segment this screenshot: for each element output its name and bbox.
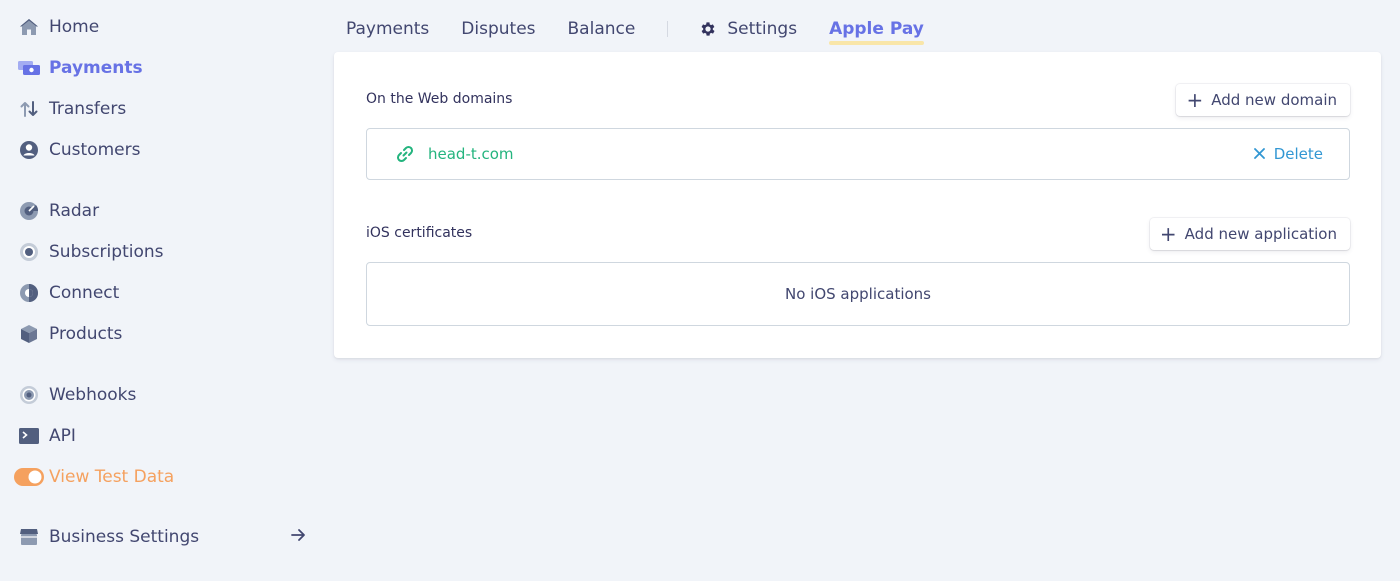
add-new-domain-label: Add new domain (1211, 91, 1337, 109)
sidebar-item-label: Home (49, 17, 100, 37)
sidebar-item-payments[interactable]: Payments (18, 53, 318, 83)
plus-icon: + (1159, 222, 1177, 246)
sidebar-item-api[interactable]: API (18, 421, 318, 451)
add-new-domain-button[interactable]: + Add new domain (1176, 84, 1350, 116)
payments-icon (18, 57, 40, 79)
toggle-icon[interactable] (14, 466, 44, 488)
sidebar-item-subscriptions[interactable]: Subscriptions (18, 237, 318, 267)
sidebar: Home Payments Transfers Customers Radar … (0, 0, 320, 581)
ios-certificates-title: iOS certificates (366, 225, 473, 241)
api-icon (18, 425, 40, 447)
tab-settings[interactable]: Settings (699, 14, 797, 44)
ios-applications-box: No iOS applications (366, 262, 1350, 326)
domain-name: head-t.com (428, 145, 514, 163)
sidebar-item-home[interactable]: Home (18, 12, 318, 42)
arrow-right-icon[interactable] (290, 527, 306, 548)
sidebar-item-label: Transfers (49, 99, 127, 119)
sidebar-item-connect[interactable]: Connect (18, 278, 318, 308)
plus-icon: + (1186, 88, 1204, 112)
tab-settings-label: Settings (727, 19, 798, 39)
sidebar-item-label: Payments (49, 58, 143, 78)
delete-label: Delete (1273, 145, 1323, 163)
empty-state-text: No iOS applications (785, 285, 931, 303)
radar-icon (18, 200, 40, 222)
add-new-application-button[interactable]: + Add new application (1149, 218, 1350, 250)
top-tabs: Payments Disputes Balance Settings Apple… (346, 14, 956, 45)
subscriptions-icon (18, 241, 40, 263)
connect-icon (18, 282, 40, 304)
sidebar-item-label: View Test Data (49, 467, 175, 487)
products-icon (18, 323, 40, 345)
business-icon (18, 526, 40, 548)
add-new-application-label: Add new application (1184, 225, 1337, 243)
sidebar-item-label: Products (49, 324, 123, 344)
sidebar-item-business-settings[interactable]: Business Settings (18, 522, 318, 552)
domain-row: head-t.com Delete (366, 128, 1350, 180)
sidebar-item-customers[interactable]: Customers (18, 135, 318, 165)
tab-divider (667, 21, 669, 37)
tab-apple-pay[interactable]: Apple Pay (829, 14, 924, 45)
tab-balance[interactable]: Balance (568, 14, 636, 44)
sidebar-item-transfers[interactable]: Transfers (18, 94, 318, 124)
sidebar-item-label: Business Settings (49, 527, 200, 547)
delete-domain-button[interactable]: Delete (1253, 129, 1323, 179)
sidebar-item-label: Connect (49, 283, 120, 303)
sidebar-item-label: API (49, 426, 76, 446)
sidebar-item-webhooks[interactable]: Webhooks (18, 380, 318, 410)
sidebar-item-label: Webhooks (49, 385, 137, 405)
tab-disputes[interactable]: Disputes (461, 14, 535, 44)
home-icon (18, 16, 40, 38)
tab-payments[interactable]: Payments (346, 14, 429, 44)
web-domains-title: On the Web domains (366, 91, 513, 107)
link-icon (395, 144, 415, 164)
apple-pay-card: On the Web domains + Add new domain head… (334, 52, 1381, 358)
sidebar-item-label: Radar (49, 201, 100, 221)
sidebar-item-radar[interactable]: Radar (18, 196, 318, 226)
webhooks-icon (18, 384, 40, 406)
sidebar-item-products[interactable]: Products (18, 319, 318, 349)
sidebar-item-label: Subscriptions (49, 242, 164, 262)
close-icon (1253, 145, 1265, 163)
sidebar-item-label: Customers (49, 140, 141, 160)
customers-icon (18, 139, 40, 161)
gear-icon (699, 20, 717, 38)
sidebar-item-view-test-data[interactable]: View Test Data (14, 462, 314, 492)
transfers-icon (18, 98, 40, 120)
